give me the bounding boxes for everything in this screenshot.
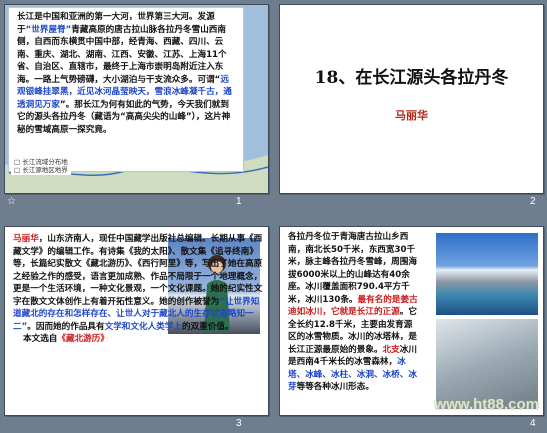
slide4-text-box: 各拉丹冬位于青海唐古拉山乡西南，南北长50千米，东西宽30千米，脉主峰各拉丹冬雪… — [288, 231, 420, 394]
slide4-text-g: 等等各种冰川形态。 — [296, 382, 374, 392]
slide-thumbnail-3[interactable]: 马丽华，山东济南人，现任中国藏学出版社总编辑。长期从事《西藏文学》的编辑工作。有… — [4, 226, 269, 416]
map-legend: □ 长江流域分布地 □ 长江源地区地界 — [11, 157, 71, 175]
slide-number-1: 1 — [236, 196, 242, 207]
slide3-source-b: 《藏北游历》 — [57, 334, 109, 344]
slide4-text-d: 北支 — [382, 344, 400, 355]
slide2-title: 18、在长江源头各拉丹冬 — [314, 68, 509, 88]
slide3-text-e: 的双重价值。 — [181, 321, 234, 332]
legend-item-2: □ 长江源地区地界 — [14, 166, 68, 174]
slide2-author: 马丽华 — [395, 109, 428, 122]
slide1-text-b: “世界屋脊” — [25, 24, 72, 35]
watermark: www.ht88.com — [434, 396, 539, 413]
slide-number-2: 2 — [530, 196, 536, 207]
slide3-name: 马丽华 — [13, 234, 39, 244]
snow-mountain-photo — [436, 233, 538, 315]
slide-thumbnail-1[interactable]: 长江是中国和亚洲的第一大河，世界第三大河。发源于“世界屋脊”青藏高原的唐古拉山脉… — [4, 4, 269, 194]
legend-item-1: □ 长江流域分布地 — [14, 158, 68, 166]
slide3-text-box: 马丽华，山东济南人，现任中国藏学出版社总编辑。长期从事《西藏文学》的编辑工作。有… — [13, 233, 263, 346]
slide3-source-a: 本文选自 — [23, 334, 58, 344]
slide1-text-box: 长江是中国和亚洲的第一大河，世界第三大河。发源于“世界屋脊”青藏高原的唐古拉山脉… — [8, 7, 244, 172]
slide3-text-d: 文学和文化人类学上 — [104, 321, 182, 332]
slide3-text-c: 。因而她的作品具有 — [27, 321, 105, 332]
slide-number-4: 4 — [530, 418, 536, 429]
slide-number-3: 3 — [236, 418, 242, 429]
slide-thumbnail-2[interactable]: 18、在长江源头各拉丹冬 马丽华 — [279, 4, 544, 194]
slide-transition-star-icon: ☆ — [7, 196, 16, 207]
slide-thumbnail-4[interactable]: 各拉丹冬位于青海唐古拉山乡西南，南北长50千米，东西宽30千米，脉主峰各拉丹冬雪… — [279, 226, 544, 416]
